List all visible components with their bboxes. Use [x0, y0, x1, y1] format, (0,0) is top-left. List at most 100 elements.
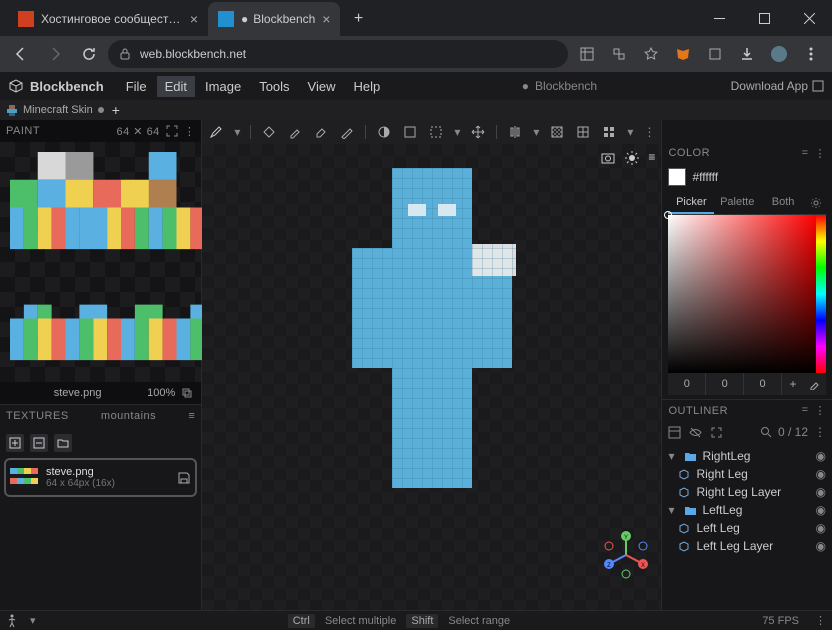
pose-icon[interactable]	[6, 614, 20, 628]
tree-cube-rightleg-layer[interactable]: Right Leg Layer ◉	[664, 483, 830, 501]
new-project-button[interactable]: +	[112, 102, 120, 118]
vp-menu-icon[interactable]: ≡	[648, 150, 655, 166]
menu-view[interactable]: View	[300, 76, 344, 97]
rgb-r[interactable]: 0	[668, 373, 706, 395]
add-texture-button[interactable]	[6, 434, 24, 452]
browser-tab-0[interactable]: Хостинговое сообщество «Tin ×	[8, 2, 208, 36]
mirror-dropdown-icon[interactable]: ▾	[533, 125, 539, 139]
download-app-button[interactable]: Download App	[731, 79, 824, 93]
outliner-expand-icon[interactable]	[710, 426, 723, 439]
pose-dropdown-icon[interactable]: ▾	[30, 614, 36, 627]
move-tool-icon[interactable]	[470, 124, 486, 140]
paint-menu-icon[interactable]: ⋮	[184, 125, 196, 138]
nav-forward[interactable]	[40, 39, 70, 69]
tree-group-rightleg[interactable]: ▾ RightLeg ◉	[664, 447, 830, 465]
picker-tab-picker[interactable]: Picker	[668, 192, 714, 214]
screenshot-icon[interactable]	[600, 150, 616, 166]
selection-tool-icon[interactable]	[428, 124, 444, 140]
visibility-icon[interactable]: ◉	[816, 503, 826, 517]
picker-tab-both[interactable]: Both	[760, 192, 806, 214]
rgb-b[interactable]: 0	[744, 373, 782, 395]
tree-cube-leftleg-layer[interactable]: Left Leg Layer ◉	[664, 537, 830, 555]
picker-tab-palette[interactable]: Palette	[714, 192, 760, 214]
outliner-overflow-icon[interactable]: ⋮	[814, 425, 826, 439]
brush-tool-icon[interactable]	[208, 124, 224, 140]
rgb-eyedrop-icon[interactable]	[804, 373, 826, 395]
light-icon[interactable]	[624, 150, 640, 166]
menu-image[interactable]: Image	[197, 76, 249, 97]
ext-bookmark-icon[interactable]	[636, 39, 666, 69]
hue-slider[interactable]	[816, 215, 826, 373]
tab-close-1[interactable]: ×	[322, 11, 330, 27]
url-bar[interactable]: web.blockbench.net	[108, 40, 568, 68]
ext-translate-icon[interactable]	[604, 39, 634, 69]
toolbar-overflow-icon[interactable]: ⋮	[643, 125, 655, 139]
browser-menu-icon[interactable]	[796, 39, 826, 69]
app-logo[interactable]: Blockbench	[8, 78, 104, 94]
import-texture-button[interactable]	[30, 434, 48, 452]
tree-cube-rightleg[interactable]: Right Leg ◉	[664, 465, 830, 483]
visibility-icon[interactable]: ◉	[816, 449, 826, 463]
menu-file[interactable]: File	[118, 76, 155, 97]
project-tab[interactable]: Minecraft Skin	[6, 104, 104, 116]
window-close[interactable]	[787, 0, 832, 36]
ext-icon-1[interactable]	[572, 39, 602, 69]
grid-icon[interactable]	[575, 124, 591, 140]
color-eq-icon[interactable]: =	[802, 147, 809, 160]
nav-back[interactable]	[6, 39, 36, 69]
orientation-gizmo[interactable]: Y X Z	[601, 530, 651, 580]
uv-canvas[interactable]	[0, 142, 201, 382]
menu-edit[interactable]: Edit	[157, 76, 195, 97]
visibility-icon[interactable]: ◉	[816, 521, 826, 535]
color-menu-icon[interactable]: ⋮	[815, 147, 827, 160]
status-overflow-icon[interactable]: ⋮	[815, 614, 826, 627]
gradient-tool-icon[interactable]	[376, 124, 392, 140]
menu-tools[interactable]: Tools	[251, 76, 297, 97]
ext-profile-icon[interactable]	[764, 39, 794, 69]
textures-menu-icon[interactable]: ≡	[188, 410, 195, 422]
picker-settings-icon[interactable]	[806, 192, 826, 214]
color-swatch[interactable]	[668, 168, 686, 186]
visibility-icon[interactable]: ◉	[816, 485, 826, 499]
texture-item[interactable]: steve.png 64 x 64px (16x)	[4, 458, 197, 497]
draw-tool-icon[interactable]	[339, 124, 355, 140]
outliner-hide-icon[interactable]	[689, 426, 702, 439]
rgb-add-icon[interactable]: +	[782, 373, 804, 395]
menu-help[interactable]: Help	[346, 76, 389, 97]
copy-icon[interactable]	[181, 387, 193, 399]
eyedropper-tool-icon[interactable]	[287, 124, 303, 140]
3d-viewport[interactable]: ≡	[202, 144, 661, 610]
ext-download-icon[interactable]	[732, 39, 762, 69]
layout-dropdown-icon[interactable]: ▾	[627, 125, 633, 139]
mirror-tool-icon[interactable]	[507, 124, 523, 140]
chevron-down-icon[interactable]: ▾	[668, 449, 680, 463]
fullscreen-icon[interactable]	[166, 125, 178, 138]
shape-tool-icon[interactable]	[402, 124, 418, 140]
tree-group-leftleg[interactable]: ▾ LeftLeg ◉	[664, 501, 830, 519]
layout-icon[interactable]	[601, 124, 617, 140]
window-maximize[interactable]	[742, 0, 787, 36]
eraser-tool-icon[interactable]	[313, 124, 329, 140]
chevron-down-icon[interactable]: ▾	[668, 503, 680, 517]
nav-reload[interactable]	[74, 39, 104, 69]
app-tab-label[interactable]: Blockbench	[535, 79, 597, 93]
ext-icon-5[interactable]	[700, 39, 730, 69]
save-texture-icon[interactable]	[177, 471, 191, 485]
outliner-menu-icon[interactable]: ⋮	[815, 404, 827, 417]
tab-close-0[interactable]: ×	[190, 11, 198, 27]
brush-dropdown-icon[interactable]: ▾	[234, 125, 240, 139]
outliner-search-icon[interactable]	[760, 426, 772, 438]
color-hex[interactable]: #ffffff	[692, 170, 718, 184]
visibility-icon[interactable]: ◉	[816, 467, 826, 481]
outliner-eq-icon[interactable]: =	[802, 404, 809, 417]
ext-metamask-icon[interactable]	[668, 39, 698, 69]
outliner-btn-1[interactable]	[668, 426, 681, 439]
sv-plane[interactable]	[668, 215, 816, 373]
visibility-icon[interactable]: ◉	[816, 539, 826, 553]
new-tab-button[interactable]: +	[344, 5, 372, 33]
tree-cube-leftleg[interactable]: Left Leg ◉	[664, 519, 830, 537]
folder-texture-button[interactable]	[54, 434, 72, 452]
window-minimize[interactable]	[697, 0, 742, 36]
rgb-g[interactable]: 0	[706, 373, 744, 395]
browser-tab-1[interactable]: ● Blockbench ×	[208, 2, 340, 36]
